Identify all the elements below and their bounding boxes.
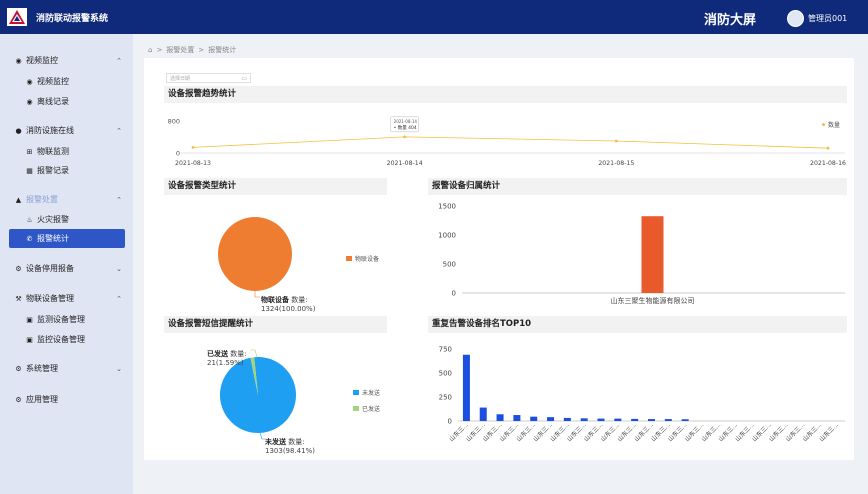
- y-tick-label: 500: [439, 370, 452, 378]
- tooltip-value: • 数量 404: [394, 124, 417, 131]
- bar: [597, 418, 605, 421]
- legend-swatch: [353, 390, 359, 395]
- y-tick-label: 250: [439, 394, 452, 402]
- y-tick-label: 0: [176, 150, 180, 158]
- legend-label: 数量: [828, 122, 841, 129]
- tooltip-date: 2021-08-14: [394, 119, 418, 124]
- legend-swatch: [346, 256, 352, 261]
- bar: [664, 419, 672, 421]
- bar: [681, 419, 689, 421]
- bar: [513, 415, 521, 421]
- y-tick-label: 800: [168, 118, 180, 126]
- y-tick-label: 500: [443, 261, 456, 269]
- legend-label: 已发送: [362, 406, 381, 413]
- pie-slice-iot: [218, 217, 292, 291]
- pie-label-mid: 数量:: [289, 296, 308, 304]
- trend-point: [614, 139, 618, 143]
- x-tick-label: 山东三聚生物能源有限公司: [611, 296, 695, 305]
- pie-slice: [220, 356, 297, 433]
- pie-leader-line: [254, 291, 260, 298]
- bar: [648, 419, 655, 421]
- pie-label-name: 已发送: [207, 350, 228, 358]
- pie-label-unsent: 未发送 数量: 1303(98.41%): [265, 438, 315, 456]
- pie-label-name: 物联设备: [261, 296, 289, 304]
- pie-label-mid: 数量:: [286, 438, 305, 446]
- trend-series-line: [192, 136, 829, 149]
- bar: [580, 418, 588, 421]
- pie-label-value: 1303(98.41%): [265, 447, 315, 455]
- type-legend: 物联设备: [346, 254, 379, 263]
- trend-point: [191, 146, 195, 149]
- x-tick-label: 2021-08-14: [387, 160, 423, 167]
- x-tick-label: 2021-08-13: [175, 160, 211, 167]
- charts-canvas: 0 800 2021-08-13 2021-08-14 2021-08-15 2021-0…: [168, 116, 846, 443]
- pie-label-sent: 已发送 数量: 21(1.59%): [207, 350, 247, 368]
- y-tick-label: 0: [452, 290, 456, 298]
- bar: [641, 216, 664, 293]
- bar: [462, 354, 470, 421]
- trend-point: [403, 135, 407, 139]
- legend-label: 物联设备: [355, 256, 380, 263]
- sms-legend-sent: 已发送: [353, 404, 380, 413]
- trend-point: [826, 146, 830, 150]
- y-tick-label: 750: [439, 346, 452, 354]
- bar: [631, 418, 639, 421]
- sms-legend-unsent: 未发送: [353, 388, 380, 397]
- legend-swatch: [822, 123, 825, 126]
- pie-label-value: 1324(100.00%): [261, 305, 316, 313]
- y-tick-label: 1500: [438, 203, 456, 211]
- x-tick-label: 山东三...: [818, 421, 840, 443]
- pie-label-mid: 数量:: [228, 350, 247, 358]
- pie-label-iot: 物联设备 数量: 1324(100.00%): [261, 296, 315, 314]
- legend-label: 未发送: [362, 390, 381, 397]
- y-tick-label: 0: [448, 418, 452, 426]
- bar: [614, 418, 622, 421]
- bar: [547, 417, 555, 421]
- x-tick-label: 2021-08-16: [810, 160, 846, 167]
- y-tick-label: 1000: [438, 232, 456, 240]
- x-tick-label: 2021-08-15: [598, 160, 634, 167]
- trend-legend: 数量: [822, 120, 840, 129]
- pie-label-value: 21(1.59%): [207, 359, 244, 367]
- legend-swatch: [353, 406, 359, 411]
- bar: [530, 416, 538, 421]
- pie-leader-line: [250, 349, 258, 358]
- bar: [496, 414, 504, 421]
- pie-label-name: 未发送: [265, 438, 286, 446]
- bar: [563, 417, 571, 421]
- bar: [479, 407, 487, 421]
